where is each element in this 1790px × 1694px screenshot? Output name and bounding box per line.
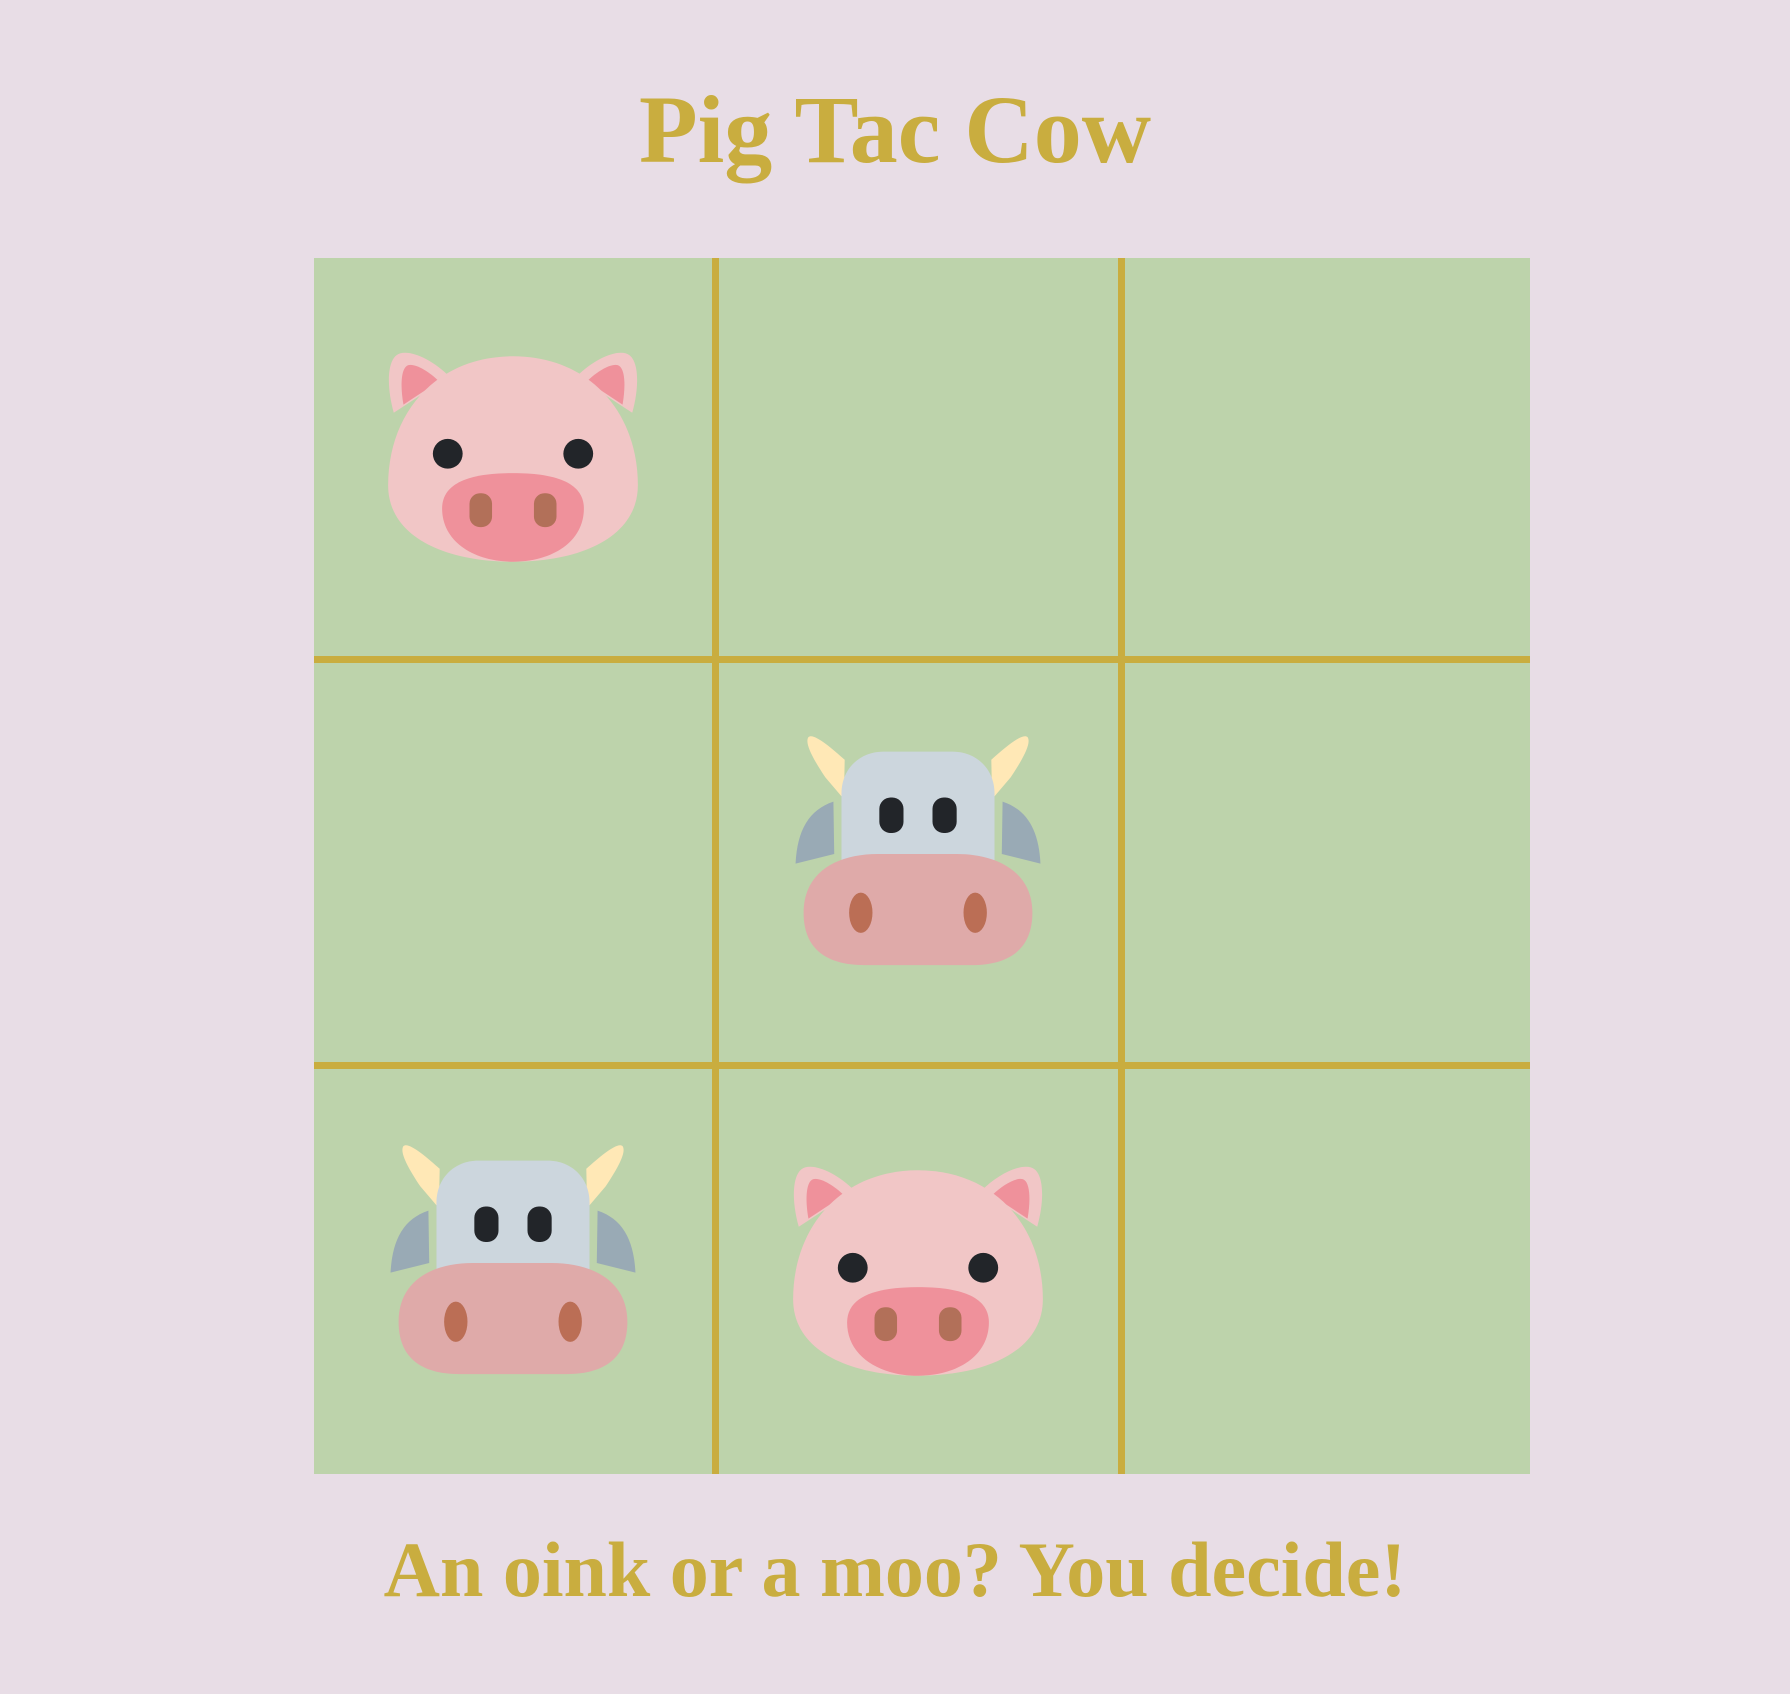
board-cell-r3-c1[interactable] [314,1068,720,1474]
board-cell-r2-c2[interactable] [719,663,1125,1069]
board-cell-r1-c2[interactable] [719,258,1125,664]
game-page: Pig Tac Cow An oink or a moo? You decide… [0,0,1790,1694]
board-cell-r3-c2[interactable] [719,1068,1125,1474]
game-title: Pig Tac Cow [638,76,1152,183]
pig-face-icon [793,1167,1044,1377]
board-cell-r1-c1[interactable] [314,258,720,664]
cow-face-icon [390,1145,636,1375]
board-cell-r1-c3[interactable] [1124,258,1530,664]
pig-face-icon [388,352,639,562]
game-tagline: An oink or a moo? You decide! [383,1526,1407,1613]
cow-face-icon [796,736,1041,966]
board-cell-r2-c3[interactable] [1124,663,1530,1069]
game-board [314,258,1530,1474]
board-cell-r3-c3[interactable] [1125,1069,1530,1474]
board-cell-r2-c1[interactable] [314,663,720,1069]
